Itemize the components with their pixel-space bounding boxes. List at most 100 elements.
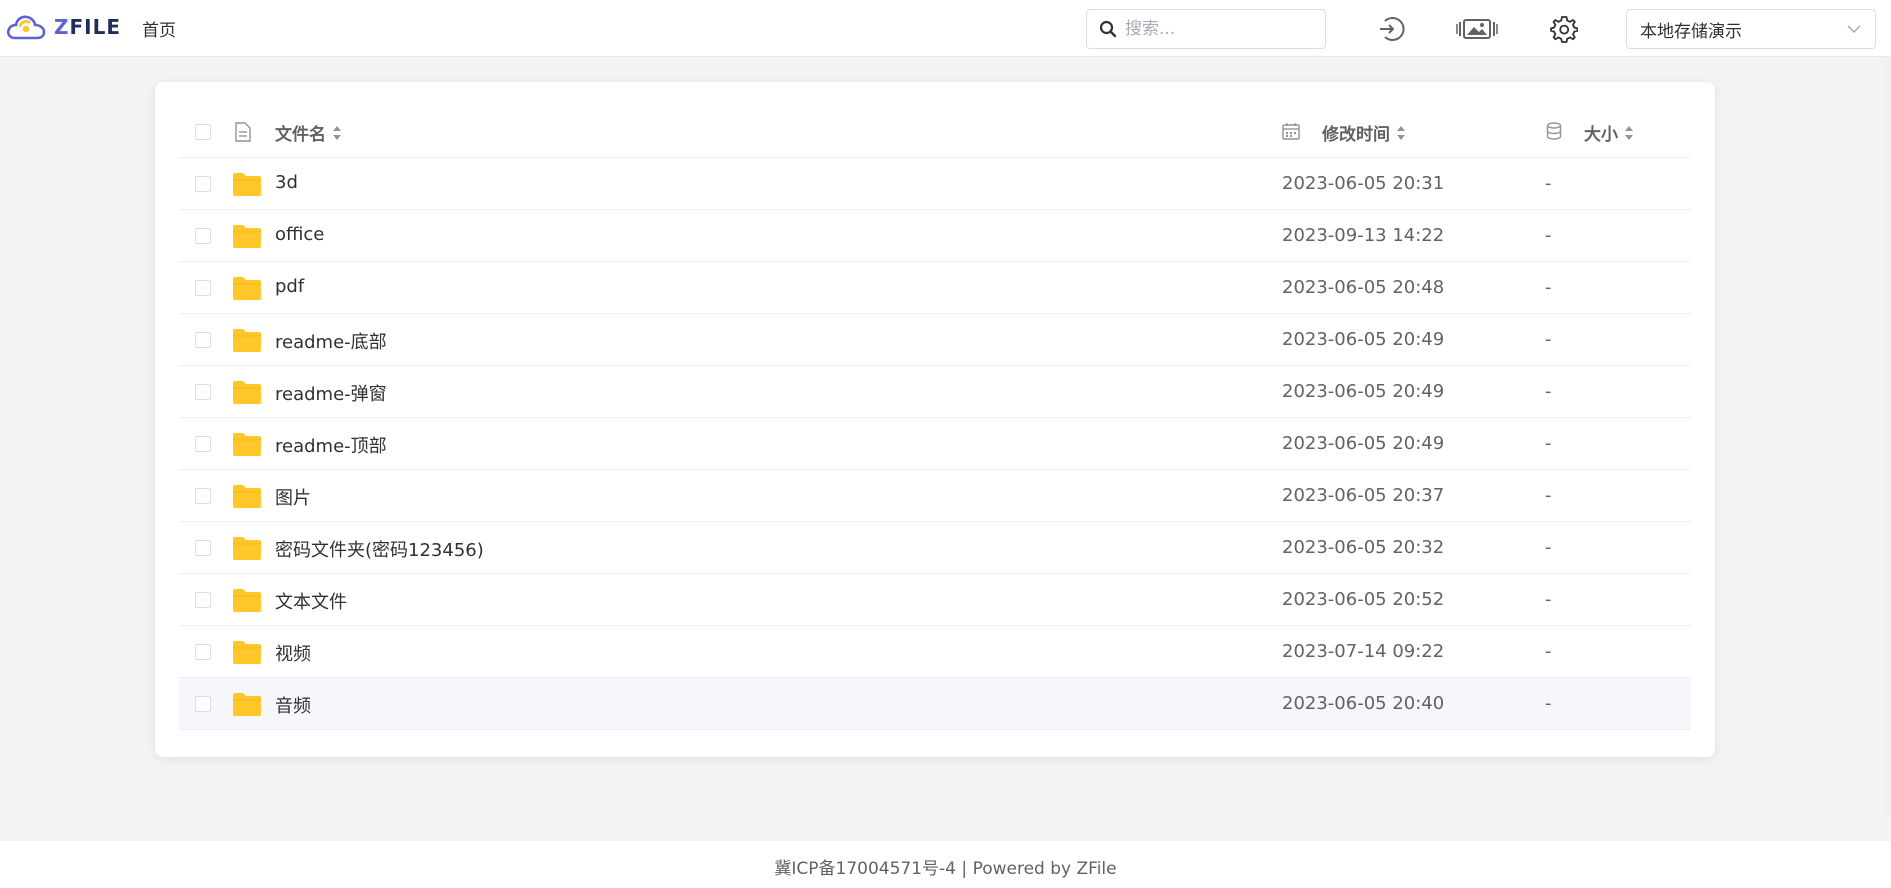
search-icon — [1099, 20, 1117, 38]
row-checkbox[interactable] — [195, 436, 211, 452]
file-size: - — [1545, 277, 1552, 298]
column-size-label: 大小 — [1584, 125, 1618, 145]
folder-icon — [233, 589, 261, 612]
gear-icon — [1550, 16, 1578, 43]
table-row[interactable]: 视频 2023-07-14 09:22 - — [179, 626, 1691, 678]
sort-icon[interactable] — [332, 125, 342, 141]
file-modified-time: 2023-06-05 20:32 — [1282, 537, 1445, 558]
search-input[interactable] — [1125, 19, 1315, 39]
gallery-icon — [1456, 19, 1498, 39]
storage-select[interactable]: 本地存储演示 — [1626, 9, 1876, 49]
folder-icon — [233, 329, 261, 352]
file-size: - — [1545, 329, 1552, 350]
table-row[interactable]: 文本文件 2023-06-05 20:52 - — [179, 574, 1691, 626]
nav-home-link[interactable]: 首页 — [142, 16, 176, 41]
file-size: - — [1545, 433, 1552, 454]
row-checkbox[interactable] — [195, 488, 211, 504]
select-all-checkbox[interactable] — [195, 124, 211, 140]
file-name[interactable]: 密码文件夹(密码123456) — [275, 536, 484, 562]
row-checkbox[interactable] — [195, 176, 211, 192]
settings-button[interactable] — [1547, 12, 1581, 46]
file-modified-time: 2023-06-05 20:49 — [1282, 381, 1445, 402]
table-row[interactable]: readme-弹窗 2023-06-05 20:49 - — [179, 366, 1691, 418]
row-checkbox[interactable] — [195, 644, 211, 660]
sort-icon[interactable] — [1396, 125, 1406, 141]
file-modified-time: 2023-09-13 14:22 — [1282, 225, 1445, 246]
gallery-mode-button[interactable] — [1455, 12, 1499, 46]
file-modified-time: 2023-06-05 20:52 — [1282, 589, 1445, 610]
table-row[interactable]: office 2023-09-13 14:22 - — [179, 210, 1691, 262]
row-checkbox[interactable] — [195, 228, 211, 244]
column-time-label: 修改时间 — [1322, 125, 1390, 145]
file-name[interactable]: 文本文件 — [275, 588, 347, 614]
file-modified-time: 2023-06-05 20:31 — [1282, 173, 1445, 194]
folder-icon — [233, 277, 261, 300]
file-size: - — [1545, 537, 1552, 558]
chevron-down-icon — [1847, 25, 1861, 34]
folder-icon — [233, 225, 261, 248]
file-table: 文件名 修改时间 大小 3d 2023-06-05 20:31 - office… — [179, 106, 1691, 730]
cloud-logo-icon — [6, 15, 46, 40]
row-checkbox[interactable] — [195, 384, 211, 400]
table-row[interactable]: 图片 2023-06-05 20:37 - — [179, 470, 1691, 522]
file-name[interactable]: 视频 — [275, 640, 311, 666]
storage-select-value: 本地存储演示 — [1640, 21, 1742, 42]
folder-icon — [233, 641, 261, 664]
file-size: - — [1545, 589, 1552, 610]
column-time-header[interactable]: 修改时间 — [1322, 120, 1406, 145]
file-size: - — [1545, 693, 1552, 714]
file-modified-time: 2023-06-05 20:37 — [1282, 485, 1445, 506]
file-name[interactable]: office — [275, 224, 324, 245]
file-size: - — [1545, 173, 1552, 194]
row-checkbox[interactable] — [195, 280, 211, 296]
folder-icon — [233, 173, 261, 196]
login-icon — [1380, 17, 1405, 41]
file-name[interactable]: 图片 — [275, 484, 311, 510]
table-row[interactable]: 密码文件夹(密码123456) 2023-06-05 20:32 - — [179, 522, 1691, 574]
file-icon — [235, 122, 251, 142]
file-list-card: 文件名 修改时间 大小 3d 2023-06-05 20:31 - office… — [155, 82, 1715, 757]
top-header: ZFILE 首页 本地存储演示 — [0, 0, 1891, 57]
table-row[interactable]: pdf 2023-06-05 20:48 - — [179, 262, 1691, 314]
file-size: - — [1545, 641, 1552, 662]
page-scrollbar[interactable] — [1883, 57, 1891, 817]
file-modified-time: 2023-07-14 09:22 — [1282, 641, 1445, 662]
row-checkbox[interactable] — [195, 696, 211, 712]
table-row[interactable]: readme-顶部 2023-06-05 20:49 - — [179, 418, 1691, 470]
footer: 冀ICP备17004571号-4 | Powered by ZFile — [0, 841, 1891, 888]
login-button[interactable] — [1374, 12, 1408, 46]
icp-link[interactable]: 冀ICP备17004571号-4 — [774, 859, 956, 879]
file-size: - — [1545, 485, 1552, 506]
folder-icon — [233, 485, 261, 508]
file-name[interactable]: 3d — [275, 172, 298, 193]
zfile-link[interactable]: ZFile — [1077, 859, 1117, 879]
file-modified-time: 2023-06-05 20:49 — [1282, 329, 1445, 350]
table-row[interactable]: 音频 2023-06-05 20:40 - — [179, 678, 1691, 730]
file-name[interactable]: readme-弹窗 — [275, 380, 387, 406]
column-name-label: 文件名 — [275, 125, 326, 145]
file-name[interactable]: readme-顶部 — [275, 432, 387, 458]
row-checkbox[interactable] — [195, 540, 211, 556]
folder-icon — [233, 381, 261, 404]
search-box[interactable] — [1086, 9, 1326, 49]
file-name[interactable]: pdf — [275, 276, 304, 297]
table-header-row: 文件名 修改时间 大小 — [179, 106, 1691, 158]
sort-icon[interactable] — [1624, 125, 1634, 141]
table-row[interactable]: readme-底部 2023-06-05 20:49 - — [179, 314, 1691, 366]
file-size: - — [1545, 381, 1552, 402]
calendar-icon — [1282, 123, 1300, 140]
row-checkbox[interactable] — [195, 332, 211, 348]
file-name[interactable]: readme-底部 — [275, 328, 387, 354]
folder-icon — [233, 433, 261, 456]
folder-icon — [233, 537, 261, 560]
logo-text: ZFILE — [54, 15, 122, 39]
column-size-header[interactable]: 大小 — [1584, 120, 1634, 145]
footer-separator: | — [956, 859, 973, 879]
file-modified-time: 2023-06-05 20:49 — [1282, 433, 1445, 454]
table-row[interactable]: 3d 2023-06-05 20:31 - — [179, 158, 1691, 210]
logo[interactable]: ZFILE — [6, 12, 121, 42]
file-modified-time: 2023-06-05 20:48 — [1282, 277, 1445, 298]
row-checkbox[interactable] — [195, 592, 211, 608]
file-name[interactable]: 音频 — [275, 692, 311, 718]
column-name-header[interactable]: 文件名 — [275, 120, 342, 145]
